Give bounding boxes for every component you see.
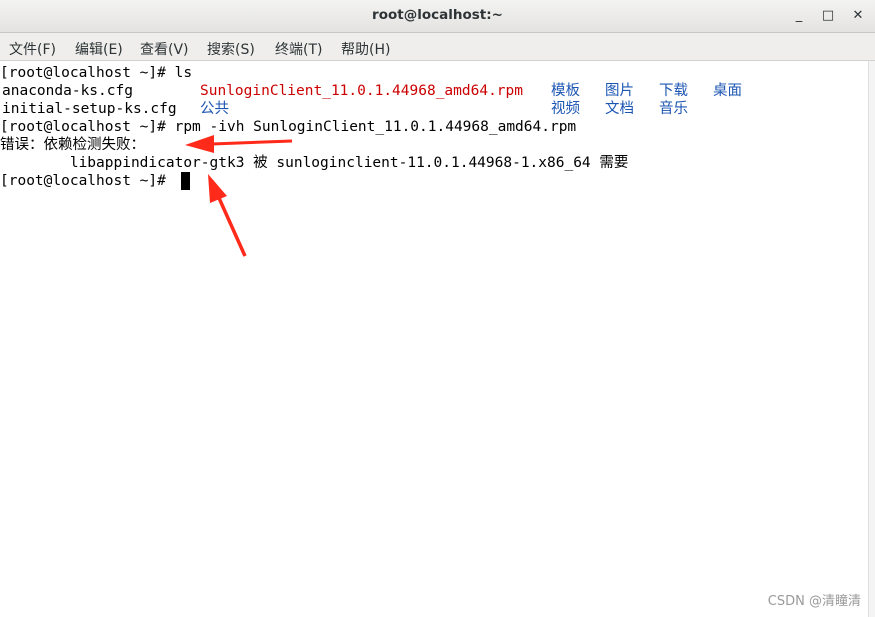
terminal-scrollbar[interactable] (868, 61, 875, 617)
terminal-line-ls-row1: anaconda-ks.cfg SunloginClient_11.0.1.44… (0, 82, 868, 100)
ls-dir-documents: 文档 (605, 101, 634, 117)
ls-dir-pictures: 图片 (605, 83, 634, 99)
close-button[interactable]: ✕ (845, 4, 871, 28)
ls-dir-public: 公共 (200, 101, 229, 117)
minimize-button[interactable]: _ (786, 4, 812, 28)
menu-file[interactable]: 文件(F) (9, 39, 56, 59)
ls-dir-videos: 视频 (551, 101, 580, 117)
menu-terminal[interactable]: 终端(T) (275, 39, 322, 59)
menu-help[interactable]: 帮助(H) (341, 39, 390, 59)
window-titlebar[interactable]: root@localhost:~ _ □ ✕ (0, 0, 875, 33)
terminal-line-dependency: libappindicator-gtk3 被 sunloginclient-11… (0, 155, 629, 171)
terminal-line-ls-row2: initial-setup-ks.cfg 公共 视频 文档 音乐 (0, 100, 868, 118)
menu-edit[interactable]: 编辑(E) (75, 39, 123, 59)
watermark: CSDN @清瞳清 (767, 594, 861, 609)
terminal-line-prompt-ls: [root@localhost ~]# ls (0, 65, 193, 81)
ls-dir-downloads: 下载 (659, 83, 688, 99)
maximize-button[interactable]: □ (815, 4, 841, 28)
menu-search[interactable]: 搜索(S) (207, 39, 255, 59)
terminal-cursor (181, 172, 190, 190)
ls-dir-templates: 模板 (551, 83, 580, 99)
terminal-line-rpm-command: [root@localhost ~]# rpm -ivh SunloginCli… (0, 119, 577, 135)
terminal-line-error: 错误：依赖检测失败： (0, 137, 145, 153)
ls-file-rpm: SunloginClient_11.0.1.44968_amd64.rpm (200, 83, 524, 99)
ls-dir-desktop: 桌面 (713, 83, 742, 99)
menu-view[interactable]: 查看(V) (140, 39, 189, 59)
ls-file-initial-setup: initial-setup-ks.cfg (2, 101, 177, 117)
ls-file-anaconda: anaconda-ks.cfg (2, 83, 133, 99)
terminal-output[interactable]: [root@localhost ~]# ls anaconda-ks.cfg S… (0, 61, 868, 617)
terminal-line-prompt: [root@localhost ~]# (0, 173, 175, 189)
menu-bar: 文件(F) 编辑(E) 查看(V) 搜索(S) 终端(T) 帮助(H) (0, 33, 875, 61)
ls-dir-music: 音乐 (659, 101, 688, 117)
window-title: root@localhost:~ (372, 7, 503, 23)
